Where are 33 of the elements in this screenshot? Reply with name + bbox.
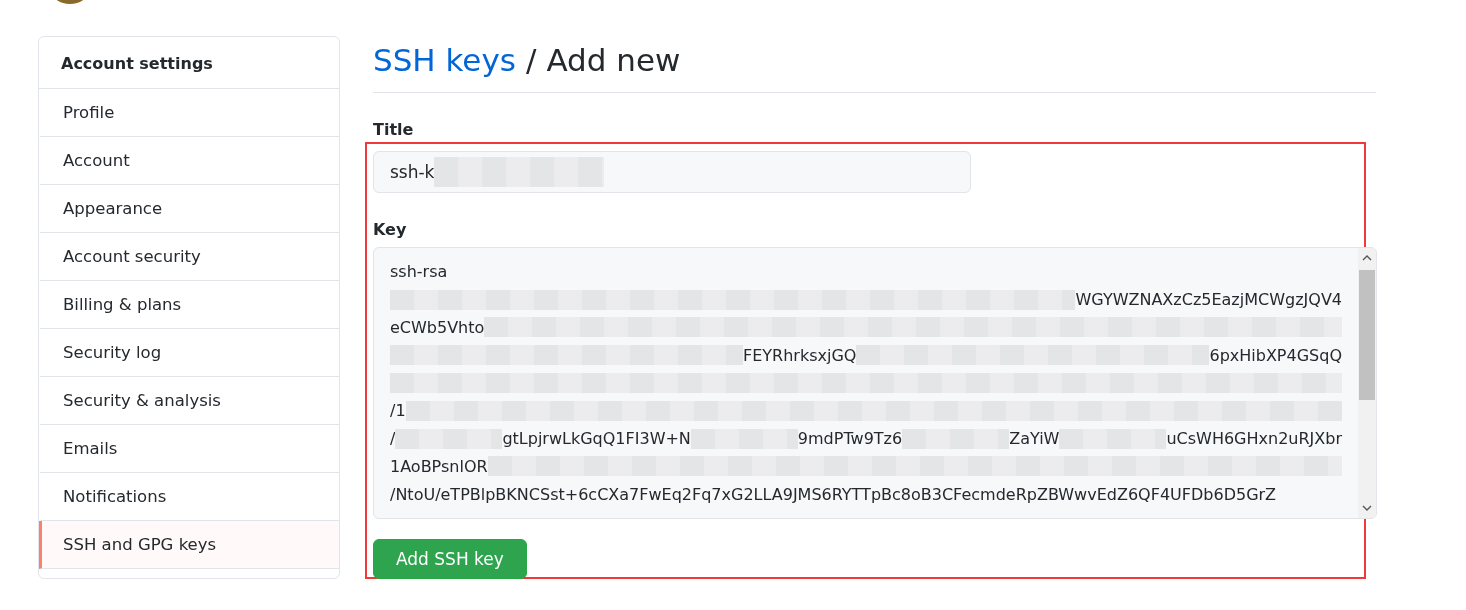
key-text: / xyxy=(390,429,396,449)
scrollbar[interactable] xyxy=(1358,248,1376,518)
sidebar-item[interactable]: SSH and GPG keys xyxy=(39,521,339,569)
breadcrumb-separator: / xyxy=(525,42,537,78)
sidebar-item[interactable]: Security & analysis xyxy=(39,377,339,425)
key-text: WGYWZNAXzCz5EazjMCWgzJQV4 xyxy=(1075,290,1342,310)
title-label: Title xyxy=(373,120,415,139)
sidebar-item[interactable]: Appearance xyxy=(39,185,339,233)
key-text: eCWb5Vhto xyxy=(390,317,485,337)
sidebar-item[interactable]: Emails xyxy=(39,425,339,473)
key-label: Key xyxy=(373,220,408,239)
ssh-keys-link[interactable]: SSH keys xyxy=(373,42,516,78)
key-text: 9mdPTw9Tz6 xyxy=(797,429,903,449)
key-text: ssh-rsa xyxy=(390,262,448,282)
key-text: 1AoBPsnlOR xyxy=(390,456,488,476)
key-text: /1 xyxy=(390,401,406,421)
key-text: uCsWH6GHxn2uRJXbr xyxy=(1166,429,1342,449)
sidebar-item[interactable]: Account security xyxy=(39,233,339,281)
key-text: gtLpjrwLkGqQ1FI3W+N xyxy=(502,429,691,449)
key-field[interactable] xyxy=(373,247,1377,519)
sidebar-item[interactable]: Account xyxy=(39,137,339,185)
scroll-down-icon[interactable] xyxy=(1362,505,1372,511)
sidebar-item[interactable]: Security log xyxy=(39,329,339,377)
key-text: /NtoU/eTPBlpBKNCSst+6cCXa7FwEq2Fq7xG2LLA9JMS6RYTTpBc8oB3CFecmdeRpZBWwvEdZ6QF4UFDb6D5GrZ xyxy=(390,484,1277,504)
scroll-up-icon[interactable] xyxy=(1362,255,1372,261)
key-text: ZaYiW xyxy=(1009,429,1060,449)
key-text: FEYRhrksxjGQ xyxy=(743,345,857,365)
page-title: Add new xyxy=(546,42,681,78)
key-text: 6pxHibXP4GSqQ xyxy=(1209,345,1342,365)
sidebar-heading: Account settings xyxy=(39,37,339,89)
sidebar-item[interactable]: Billing & plans xyxy=(39,281,339,329)
sidebar-item[interactable]: Profile xyxy=(39,89,339,137)
title-field[interactable]: ssh-k xyxy=(373,151,971,193)
